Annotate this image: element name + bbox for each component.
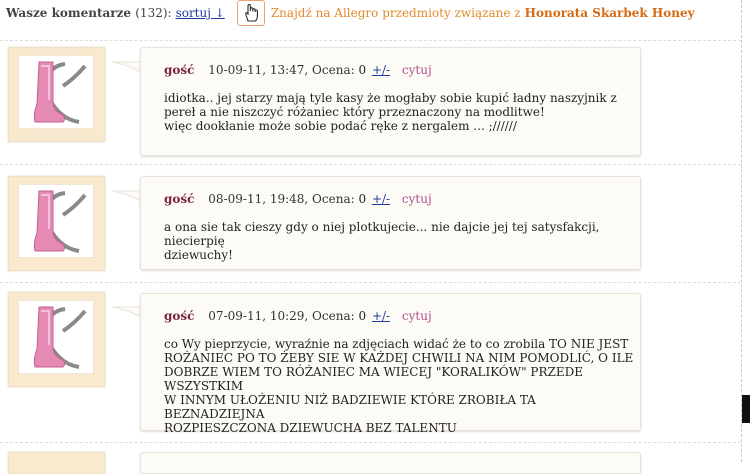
comments-header: Wasze komentarze (132): sortuj ↓ Znajdź … [6,0,746,26]
comment-bubble: gość 08-09-11, 19:48, Ocena: 0 +/- cytuj… [140,176,641,270]
quote-link[interactable]: cytuj [402,63,432,77]
comment-text: a ona sie tak cieszy gdy o niej plotkuje… [164,220,600,262]
comment-date: 10-09-11, 13:47, Ocena: [208,63,355,77]
comment-text: co Wy pieprzycie, wyraźnie na zdjęciach … [164,337,634,435]
avatar [8,292,105,387]
comment-score: 0 [358,63,367,77]
comment-author[interactable]: gość [164,63,194,77]
sort-label[interactable]: sortuj [176,6,211,20]
rate-plus-minus-link[interactable]: +/- [372,192,390,206]
sort-link[interactable]: sortuj ↓ [176,6,225,20]
comment-score: 0 [358,192,367,206]
comment-meta: gość 07-09-11, 10:29, Ocena: 0 +/- cytuj [164,309,432,323]
avatar-partial [8,452,105,474]
avatar-image [18,300,94,374]
boot-logo-icon [33,190,87,253]
quote-link[interactable]: cytuj [402,192,432,206]
comment-score: 0 [358,309,367,323]
comment-date: 08-09-11, 19:48, Ocena: [208,192,355,206]
comment-author[interactable]: gość [164,192,194,206]
scrollbar-edge[interactable] [742,395,750,423]
rate-plus-minus-link[interactable]: +/- [372,63,390,77]
quote-link[interactable]: cytuj [402,309,432,323]
avatar-image [18,184,94,258]
boot-logo-icon [33,61,87,124]
comment-date: 07-09-11, 10:29, Ocena: [208,309,355,323]
comments-count: (132): [135,6,172,20]
allegro-prompt: Znajdź na Allegro przedmioty związane z [270,6,521,20]
separator [0,282,741,283]
comment-author[interactable]: gość [164,309,194,323]
comment-meta: gość 10-09-11, 13:47, Ocena: 0 +/- cytuj [164,63,432,77]
comment-text: idiotka.. jej starzy mają tyle kasy że m… [164,91,617,133]
allegro-topic-link[interactable]: Honorata Skarbek Honey [525,6,695,20]
bubble-pointer [112,61,142,73]
separator [0,40,741,41]
comment-bubble: gość 07-09-11, 10:29, Ocena: 0 +/- cytuj… [140,293,641,435]
bubble-pointer [112,306,142,318]
separator [0,442,741,443]
comment-bubble-partial [140,452,641,474]
comment-bubble: gość 10-09-11, 13:47, Ocena: 0 +/- cytuj… [140,47,641,156]
avatar-image [18,55,94,129]
bubble-pointer [112,190,142,202]
right-divider [741,0,742,462]
separator [0,164,741,165]
comment-meta: gość 08-09-11, 19:48, Ocena: 0 +/- cytuj [164,192,432,206]
boot-logo-icon [33,306,87,369]
rate-plus-minus-link[interactable]: +/- [372,309,390,323]
allegro-hand-icon[interactable] [236,0,265,26]
avatar [8,47,105,142]
comments-title-label: Wasze komentarze [6,6,132,20]
comments-title: Wasze komentarze (132): [6,6,172,20]
sort-arrow-icon[interactable]: ↓ [215,6,225,20]
avatar [8,176,105,271]
